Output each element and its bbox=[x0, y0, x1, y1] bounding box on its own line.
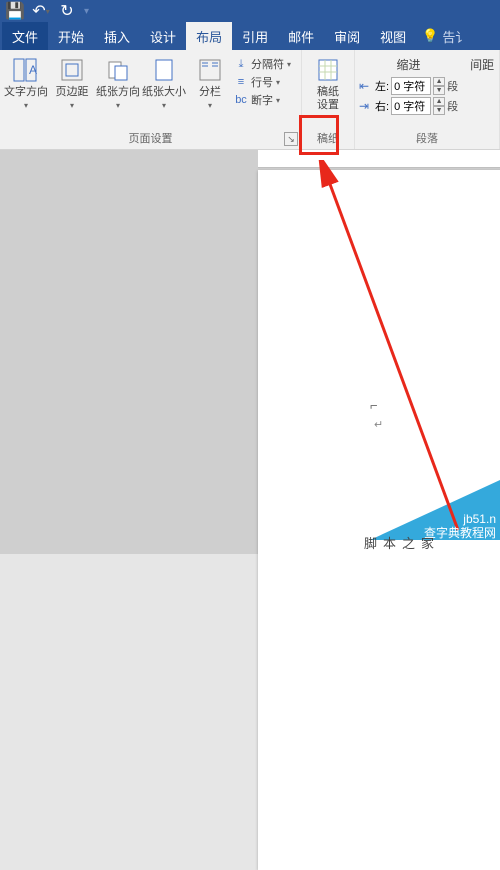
watermark-text: jb51.n 查字典教程网 bbox=[424, 512, 496, 540]
paragraph-label: 段落 bbox=[355, 128, 499, 149]
save-button[interactable]: 💾 bbox=[4, 1, 26, 21]
tab-review[interactable]: 审阅 bbox=[324, 22, 370, 50]
breaks-icon: ⤓ bbox=[234, 58, 248, 71]
redo-button[interactable]: ↻ bbox=[56, 1, 78, 21]
page-setup-label: 页面设置 ↘ bbox=[0, 128, 301, 149]
tell-me[interactable]: 💡告讠 bbox=[416, 22, 468, 50]
group-manuscript: 稿纸 设置 稿纸 bbox=[302, 50, 355, 149]
indent-header: 缩进 bbox=[359, 56, 458, 73]
tab-design[interactable]: 设计 bbox=[140, 22, 186, 50]
indent-right-up[interactable]: ▲ bbox=[433, 97, 445, 106]
hyphenation-button[interactable]: bc断字▾ bbox=[234, 92, 291, 108]
paragraph-mark-icon: ↵ bbox=[374, 418, 383, 431]
ribbon: A 文字方向▾ 页边距▾ 纸张方向▾ 纸张大小▾ 分栏▾ ⤓分隔符▾ ≡行号 bbox=[0, 50, 500, 150]
undo-button[interactable]: ↶▾ bbox=[30, 1, 52, 21]
tab-home[interactable]: 开始 bbox=[48, 22, 94, 50]
indent-right-down[interactable]: ▼ bbox=[433, 106, 445, 115]
ribbon-tabs: 文件 开始 插入 设计 布局 引用 邮件 审阅 视图 💡告讠 bbox=[0, 22, 500, 50]
tab-references[interactable]: 引用 bbox=[232, 22, 278, 50]
size-button[interactable]: 纸张大小▾ bbox=[142, 54, 186, 112]
size-icon bbox=[148, 56, 180, 84]
manuscript-button[interactable]: 稿纸 设置 bbox=[306, 54, 350, 112]
indent-left-down[interactable]: ▼ bbox=[433, 86, 445, 95]
cursor-corner: ⌐ bbox=[370, 398, 378, 413]
group-paragraph: 缩进 ⇤ 左: ▲▼ 段 ⇥ 右: ▲▼ 段 间距 bbox=[355, 50, 500, 149]
line-numbers-icon: ≡ bbox=[234, 76, 248, 88]
line-numbers-button[interactable]: ≡行号▾ bbox=[234, 74, 291, 90]
text-direction-button[interactable]: A 文字方向▾ bbox=[4, 54, 48, 112]
columns-icon bbox=[194, 56, 226, 84]
group-page-setup: A 文字方向▾ 页边距▾ 纸张方向▾ 纸张大小▾ 分栏▾ ⤓分隔符▾ ≡行号 bbox=[0, 50, 302, 149]
indent-right-icon: ⇥ bbox=[359, 99, 373, 113]
indent-left-row: ⇤ 左: ▲▼ 段 bbox=[359, 77, 458, 95]
page-setup-launcher[interactable]: ↘ bbox=[284, 132, 298, 146]
margins-button[interactable]: 页边距▾ bbox=[50, 54, 94, 112]
manuscript-icon bbox=[312, 56, 344, 84]
quick-access-toolbar: 💾 ↶▾ ↻ ▾ bbox=[4, 1, 91, 21]
breaks-stack: ⤓分隔符▾ ≡行号▾ bc断字▾ bbox=[234, 54, 291, 108]
manuscript-label: 稿纸 bbox=[302, 128, 354, 149]
indent-right-row: ⇥ 右: ▲▼ 段 bbox=[359, 97, 458, 115]
spacing-controls: 间距 bbox=[470, 54, 494, 75]
tab-view[interactable]: 视图 bbox=[370, 22, 416, 50]
ruler[interactable] bbox=[258, 150, 500, 168]
indent-left-icon: ⇤ bbox=[359, 79, 373, 93]
tab-mailings[interactable]: 邮件 bbox=[278, 22, 324, 50]
indent-right-input[interactable] bbox=[391, 97, 431, 115]
orientation-icon bbox=[102, 56, 134, 84]
title-bar: 💾 ↶▾ ↻ ▾ bbox=[0, 0, 500, 22]
hyphenation-icon: bc bbox=[234, 94, 248, 106]
orientation-button[interactable]: 纸张方向▾ bbox=[96, 54, 140, 112]
tab-layout[interactable]: 布局 bbox=[186, 22, 232, 50]
margins-icon bbox=[56, 56, 88, 84]
text-direction-icon: A bbox=[10, 56, 42, 84]
tab-insert[interactable]: 插入 bbox=[94, 22, 140, 50]
indent-left-input[interactable] bbox=[391, 77, 431, 95]
columns-button[interactable]: 分栏▾ bbox=[188, 54, 232, 112]
indent-controls: 缩进 ⇤ 左: ▲▼ 段 ⇥ 右: ▲▼ 段 bbox=[359, 54, 458, 115]
bulb-icon: 💡 bbox=[422, 28, 438, 44]
spacing-header: 间距 bbox=[470, 56, 494, 73]
breaks-button[interactable]: ⤓分隔符▾ bbox=[234, 56, 291, 72]
tab-file[interactable]: 文件 bbox=[2, 22, 48, 50]
indent-left-up[interactable]: ▲ bbox=[433, 77, 445, 86]
svg-text:A: A bbox=[29, 63, 37, 77]
